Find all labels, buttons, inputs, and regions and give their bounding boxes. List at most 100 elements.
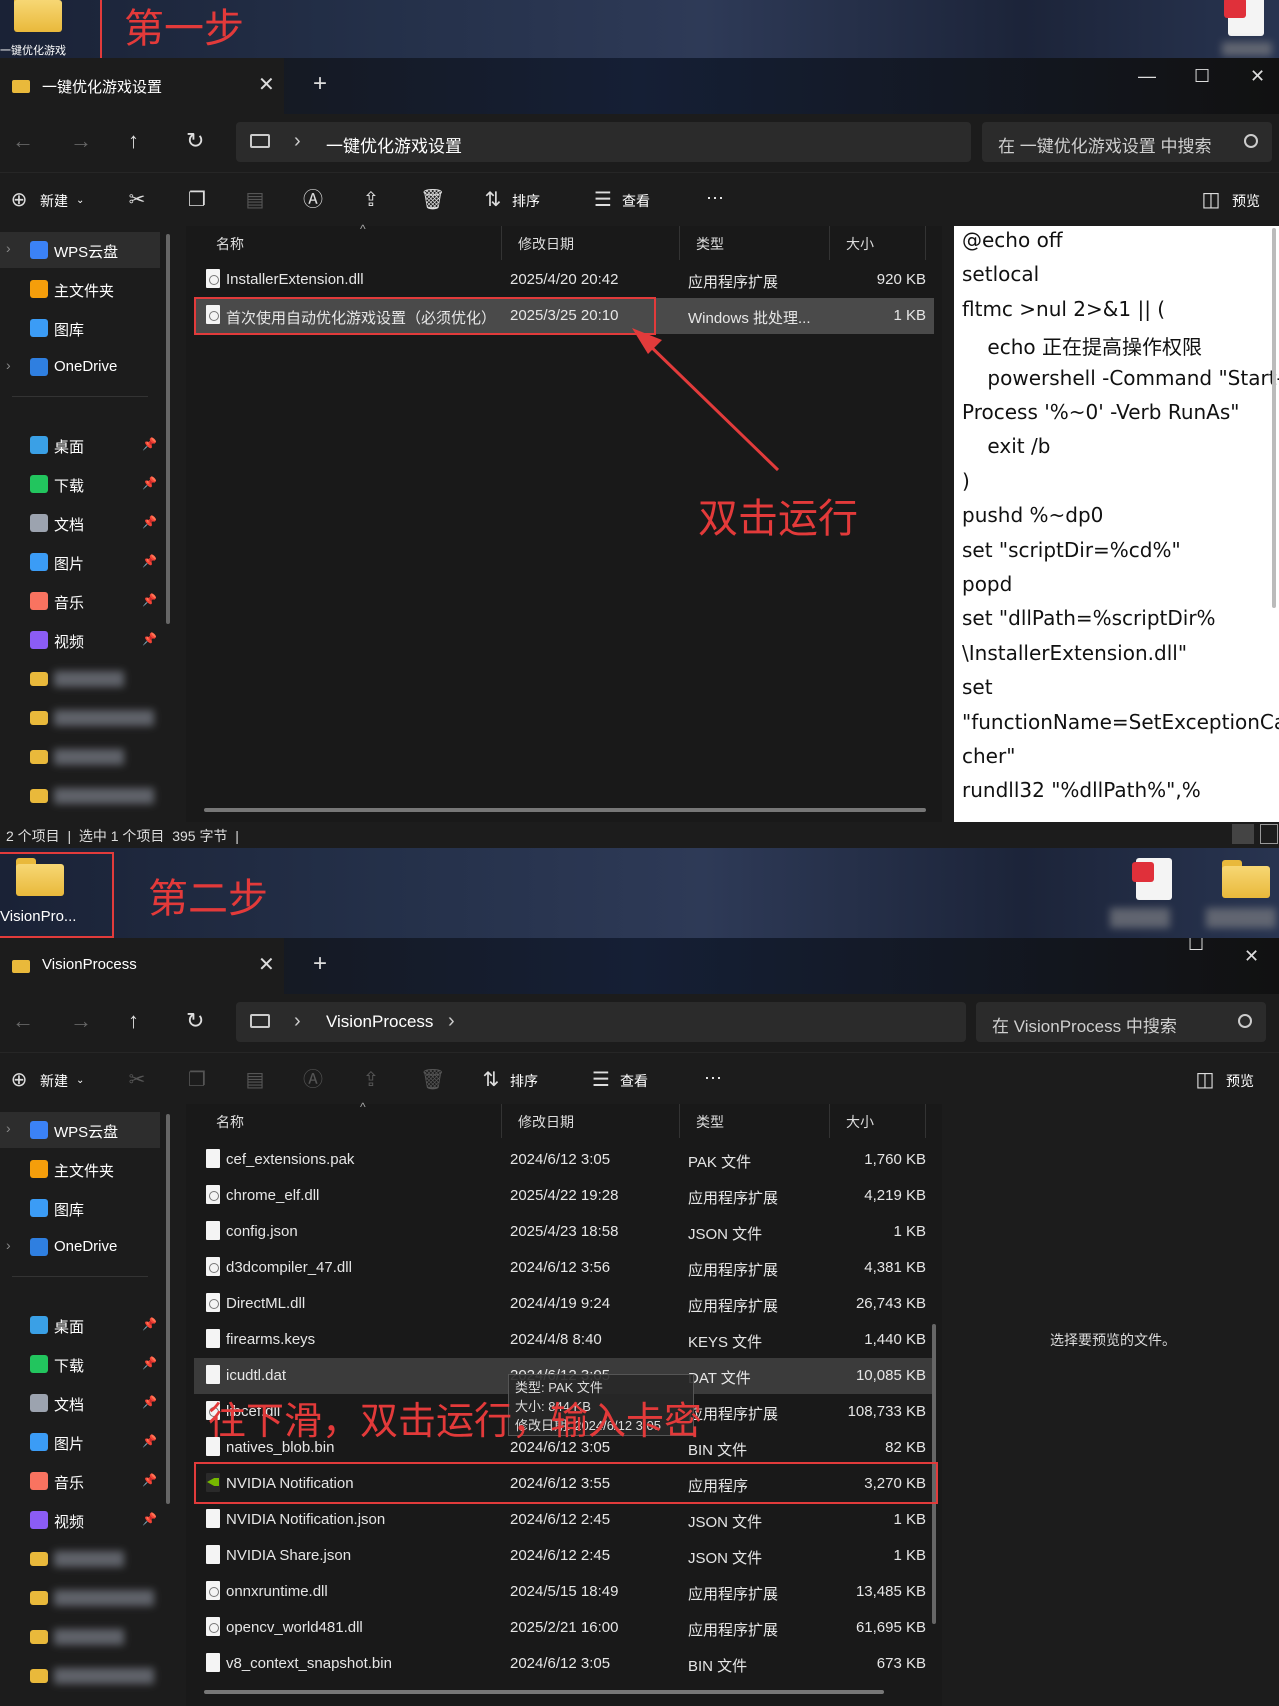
file-row[interactable]: d3dcompiler_47.dll 2024/6/12 3:56 应用程序扩展 4,… <box>194 1250 934 1286</box>
add-circle-icon[interactable]: ⊕ <box>8 1069 30 1091</box>
pdf-app-icon[interactable] <box>1132 858 1172 900</box>
delete-icon[interactable]: 🗑 <box>420 1069 445 1091</box>
close-icon[interactable]: ✕ <box>258 952 275 977</box>
sidebar-item[interactable]: 桌面 📌 <box>0 427 160 463</box>
preview-pane-icon[interactable]: ◫ <box>1194 1069 1216 1091</box>
sidebar-item-redacted[interactable] <box>0 700 160 736</box>
rename-icon[interactable]: Ⓐ <box>302 189 324 211</box>
pin-icon[interactable]: 📌 <box>142 515 157 529</box>
back-icon[interactable]: ← <box>12 128 34 154</box>
sort-icon[interactable]: ⇅ <box>482 189 504 211</box>
new-tab-icon[interactable]: + <box>313 70 327 98</box>
column-header[interactable]: 修改日期 <box>502 226 680 260</box>
sidebar-item[interactable]: 桌面 📌 <box>0 1307 160 1343</box>
column-header[interactable]: 大小 <box>830 1104 926 1138</box>
refresh-icon[interactable]: ↻ <box>186 1008 204 1034</box>
sidebar-item[interactable]: 主文件夹 <box>0 271 160 307</box>
column-header[interactable]: 类型 <box>680 1104 830 1138</box>
sidebar-item[interactable]: 视频 📌 <box>0 622 160 658</box>
paste-icon[interactable]: ▤ <box>244 1069 266 1091</box>
tab-current[interactable]: VisionProcess ✕ <box>0 938 284 994</box>
sort-button[interactable]: 排序 <box>510 1071 538 1091</box>
pin-icon[interactable]: 📌 <box>142 554 157 568</box>
maximize-icon[interactable]: ☐ <box>1188 938 1204 955</box>
minimize-icon[interactable]: — <box>1138 66 1156 87</box>
sidebar-item[interactable]: 文档 📌 <box>0 1385 160 1421</box>
column-header[interactable]: 大小 <box>830 226 926 260</box>
tab-current[interactable]: 一键优化游戏设置 ✕ <box>0 58 284 114</box>
sidebar-item[interactable]: 音乐 📌 <box>0 1463 160 1499</box>
tiles-view-icon[interactable] <box>1260 824 1278 844</box>
desktop-folder-icon-2[interactable] <box>1222 860 1270 898</box>
pin-icon[interactable]: 📌 <box>142 593 157 607</box>
sidebar-item[interactable]: 主文件夹 <box>0 1151 160 1187</box>
sort-button[interactable]: 排序 <box>512 191 540 211</box>
file-row[interactable]: v8_context_snapshot.bin 2024/6/12 3:05 BIN… <box>194 1646 934 1682</box>
preview-button[interactable]: 预览 <box>1226 1071 1254 1091</box>
file-row[interactable]: opencv_world481.dll 2025/2/21 16:00 应用程序扩展… <box>194 1610 934 1646</box>
pin-icon[interactable]: 📌 <box>142 1512 157 1526</box>
sidebar-item[interactable]: 图库 <box>0 310 160 346</box>
preview-pane-icon[interactable]: ◫ <box>1200 189 1222 211</box>
more-button[interactable]: ··· <box>706 187 724 208</box>
cut-icon[interactable]: ✂ <box>126 189 148 211</box>
sidebar-item-redacted[interactable] <box>0 778 160 814</box>
copy-icon[interactable]: ❐ <box>186 1069 208 1091</box>
address-bar[interactable]: › 一键优化游戏设置 <box>236 122 971 162</box>
file-row[interactable]: firearms.keys 2024/4/8 8:40 KEYS 文件 1,440 K… <box>194 1322 934 1358</box>
chevron-right-icon[interactable]: › <box>6 357 11 373</box>
column-header[interactable]: 修改日期 <box>502 1104 680 1138</box>
sidebar-item[interactable]: 音乐 📌 <box>0 583 160 619</box>
chevron-right-icon[interactable]: › <box>6 1237 11 1253</box>
file-row[interactable]: cef_extensions.pak 2024/6/12 3:05 PAK 文件 1,… <box>194 1142 934 1178</box>
close-window-icon[interactable]: ✕ <box>1244 946 1259 967</box>
sidebar-item[interactable]: 图片 📌 <box>0 544 160 580</box>
back-icon[interactable]: ← <box>12 1008 34 1034</box>
add-circle-icon[interactable]: ⊕ <box>8 189 30 211</box>
view-icon[interactable]: ☰ <box>592 189 614 211</box>
up-icon[interactable]: ↑ <box>128 1008 139 1034</box>
share-icon[interactable]: ⇪ <box>360 1069 382 1091</box>
cut-icon[interactable]: ✂ <box>126 1069 148 1091</box>
view-icon[interactable]: ☰ <box>590 1069 612 1091</box>
pin-icon[interactable]: 📌 <box>142 1473 157 1487</box>
vertical-scrollbar[interactable] <box>166 234 170 624</box>
sidebar-item-redacted[interactable] <box>0 739 160 775</box>
sidebar-item[interactable]: › WPS云盘 <box>0 1112 160 1148</box>
column-header[interactable]: 名称 <box>200 226 502 260</box>
sort-icon[interactable]: ⇅ <box>480 1069 502 1091</box>
sidebar-item-redacted[interactable] <box>0 1541 160 1577</box>
view-button[interactable]: 查看 <box>620 1071 648 1091</box>
chevron-right-icon[interactable]: › <box>6 1120 11 1136</box>
file-row[interactable]: chrome_elf.dll 2025/4/22 19:28 应用程序扩展 4,219… <box>194 1178 934 1214</box>
pdf-app-icon[interactable] <box>1224 0 1264 36</box>
sidebar-item[interactable]: 下载 📌 <box>0 466 160 502</box>
sidebar-item-redacted[interactable] <box>0 1619 160 1655</box>
sidebar-item[interactable]: 文档 📌 <box>0 505 160 541</box>
forward-icon[interactable]: → <box>70 1008 92 1034</box>
forward-icon[interactable]: → <box>70 128 92 154</box>
search-input[interactable]: 在 一键优化游戏设置 中搜索 <box>982 122 1272 162</box>
view-button[interactable]: 查看 <box>622 191 650 211</box>
file-row[interactable]: NVIDIA Notification.json 2024/6/12 2:45 JS… <box>194 1502 934 1538</box>
sidebar-item[interactable]: › OneDrive <box>0 1229 160 1265</box>
sidebar-item[interactable]: › OneDrive <box>0 349 160 385</box>
file-row[interactable]: NVIDIA Share.json 2024/6/12 2:45 JSON 文件 1 … <box>194 1538 934 1574</box>
pin-icon[interactable]: 📌 <box>142 437 157 451</box>
sidebar-item[interactable]: › WPS云盘 <box>0 232 160 268</box>
details-view-icon[interactable] <box>1232 824 1254 844</box>
file-row[interactable]: InstallerExtension.dll 2025/4/20 20:42 应用程… <box>194 262 934 298</box>
pin-icon[interactable]: 📌 <box>142 632 157 646</box>
close-window-icon[interactable]: ✕ <box>1250 66 1265 87</box>
chevron-right-icon[interactable]: › <box>6 240 11 256</box>
sidebar-item[interactable]: 视频 📌 <box>0 1502 160 1538</box>
vertical-scrollbar[interactable] <box>166 1114 170 1504</box>
sidebar-item[interactable]: 下载 📌 <box>0 1346 160 1382</box>
sidebar-item-redacted[interactable] <box>0 1658 160 1694</box>
sidebar-item[interactable]: 图片 📌 <box>0 1424 160 1460</box>
delete-icon[interactable]: 🗑 <box>420 189 445 211</box>
file-row[interactable]: DirectML.dll 2024/4/19 9:24 应用程序扩展 26,743 K… <box>194 1286 934 1322</box>
preview-scrollbar[interactable] <box>1272 228 1276 608</box>
search-input[interactable]: 在 VisionProcess 中搜索 <box>976 1002 1266 1042</box>
refresh-icon[interactable]: ↻ <box>186 128 204 154</box>
